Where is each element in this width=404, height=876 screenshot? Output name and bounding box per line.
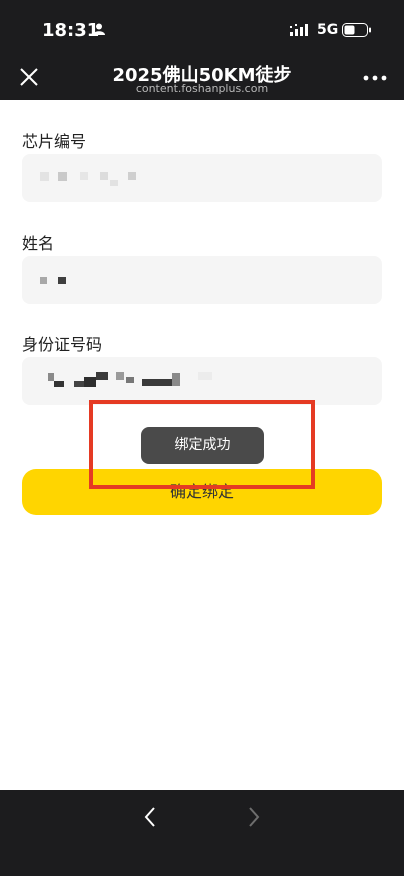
signal-icon (290, 24, 308, 36)
bottom-toolbar (0, 790, 404, 876)
status-time: 18:31 (42, 20, 100, 41)
name-field[interactable] (22, 256, 382, 304)
id-number-label: 身份证号码 (22, 335, 103, 354)
person-icon (93, 23, 105, 35)
highlight-box (89, 400, 315, 489)
nav-bar: 2025佛山50KM徒步 content.foshanplus.com (0, 56, 404, 100)
more-icon[interactable] (363, 74, 387, 82)
chevron-left-icon[interactable] (142, 806, 158, 828)
chevron-right-icon[interactable] (246, 806, 262, 828)
chip-number-label: 芯片编号 (22, 132, 87, 151)
network-type: 5G (317, 22, 339, 38)
page-domain: content.foshanplus.com (135, 82, 269, 95)
battery-icon (342, 23, 371, 37)
id-number-field[interactable] (22, 357, 382, 405)
chip-number-field[interactable] (22, 154, 382, 202)
name-label: 姓名 (22, 234, 55, 253)
status-bar: 18:31 5G (0, 0, 404, 56)
